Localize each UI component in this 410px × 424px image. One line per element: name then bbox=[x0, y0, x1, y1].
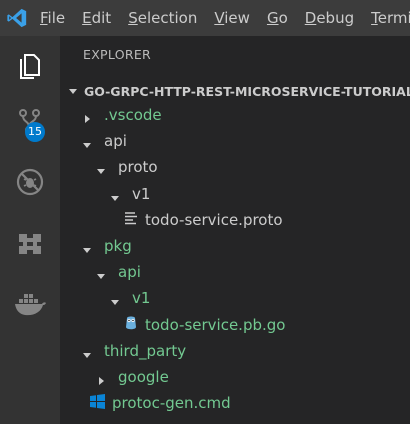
tree-folder-row[interactable]: v1 bbox=[60, 181, 410, 207]
workspace-section-header[interactable]: GO-GRPC-HTTP-REST-MICROSERVICE-TUTORIAL bbox=[60, 80, 410, 102]
tree-file-row[interactable]: todo-service.pb.go bbox=[60, 312, 410, 338]
folder-label: v1 bbox=[132, 289, 151, 308]
explorer-activity-button[interactable] bbox=[0, 40, 60, 92]
title-menu-bar: File Edit Selection View Go Debug Termi bbox=[0, 0, 410, 36]
chevron-down-icon bbox=[82, 346, 92, 358]
folder-label: v1 bbox=[132, 184, 151, 203]
menu-label-rest: ebug bbox=[316, 9, 355, 27]
activity-bar: 15 bbox=[0, 36, 60, 424]
file-label: todo-service.pb.go bbox=[145, 315, 286, 334]
tree-folder-row[interactable]: pkg bbox=[60, 233, 410, 259]
menu-label-rest: iew bbox=[224, 9, 250, 27]
explorer-sidebar: EXPLORER GO-GRPC-HTTP-REST-MICROSERVICE-… bbox=[60, 36, 410, 424]
chevron-down-icon bbox=[69, 89, 77, 94]
file-label: todo-service.proto bbox=[145, 210, 283, 229]
folder-label: proto bbox=[118, 158, 158, 177]
menu-item[interactable]: Edit bbox=[82, 0, 111, 36]
debug-activity-button[interactable] bbox=[0, 156, 60, 208]
folder-label: api bbox=[104, 132, 127, 151]
files-icon bbox=[20, 54, 40, 79]
docker-whale-icon bbox=[15, 294, 46, 316]
tree-folder-row[interactable]: .vscode bbox=[60, 102, 410, 128]
menu-label-rest: ile bbox=[47, 9, 66, 27]
chevron-down-icon bbox=[82, 241, 92, 254]
menu-item[interactable]: Debug bbox=[305, 0, 354, 36]
menu-item[interactable]: File bbox=[40, 0, 65, 36]
menu-mnemonic: E bbox=[82, 9, 92, 27]
folder-label: google bbox=[118, 367, 169, 386]
chevron-down-icon bbox=[82, 136, 92, 149]
menu-label-rest: ermi bbox=[377, 9, 410, 27]
extensions-activity-button[interactable] bbox=[0, 218, 60, 270]
menu-item[interactable]: View bbox=[214, 0, 250, 36]
menu-mnemonic: F bbox=[40, 9, 48, 27]
file-label: protoc-gen.cmd bbox=[112, 394, 231, 413]
extensions-icon bbox=[19, 234, 41, 254]
go-gopher-icon bbox=[124, 315, 138, 335]
explorer-title: EXPLORER bbox=[83, 47, 152, 62]
folder-label: pkg bbox=[104, 237, 132, 256]
menu-item[interactable]: Selection bbox=[128, 0, 197, 36]
tree-folder-row[interactable]: third_party bbox=[60, 338, 410, 364]
tree-file-row[interactable]: protoc-gen.cmd bbox=[60, 390, 410, 416]
windows-icon bbox=[90, 393, 105, 413]
menu-item[interactable]: Go bbox=[267, 0, 288, 36]
folder-label: third_party bbox=[104, 341, 187, 360]
source-control-activity-button[interactable]: 15 bbox=[0, 96, 60, 148]
tree-folder-row[interactable]: v1 bbox=[60, 285, 410, 311]
debug-no-bug-icon bbox=[16, 168, 44, 196]
menu-mnemonic: S bbox=[128, 9, 138, 27]
menu-label-rest: dit bbox=[91, 9, 112, 27]
menu-mnemonic: T bbox=[371, 9, 378, 27]
folder-label: api bbox=[118, 263, 141, 282]
chevron-down-icon bbox=[96, 162, 106, 175]
menu-label-rest: o bbox=[278, 9, 288, 27]
menu-mnemonic: V bbox=[214, 9, 225, 27]
menu-label-rest: election bbox=[137, 9, 198, 27]
tree-folder-row[interactable]: api bbox=[60, 128, 410, 154]
tree-folder-row[interactable]: api bbox=[60, 259, 410, 285]
file-tree: .vscode api proto v1 todo-service.proto pkg ap… bbox=[60, 102, 410, 416]
menu-mnemonic: D bbox=[304, 9, 317, 27]
chevron-down-icon bbox=[110, 189, 120, 201]
tree-file-row[interactable]: todo-service.proto bbox=[60, 207, 410, 233]
chevron-right-icon bbox=[96, 372, 106, 385]
tree-folder-row[interactable]: google bbox=[60, 364, 410, 390]
vscode-logo-icon[interactable] bbox=[6, 7, 28, 29]
folder-label: .vscode bbox=[104, 106, 162, 125]
menu-item[interactable]: Termi bbox=[371, 0, 410, 36]
scm-count-badge: 15 bbox=[25, 122, 45, 142]
menu-mnemonic: G bbox=[266, 9, 279, 27]
chevron-down-icon bbox=[110, 293, 120, 306]
chevron-right-icon bbox=[82, 110, 92, 124]
docker-activity-button[interactable] bbox=[0, 278, 60, 330]
workspace-name: GO-GRPC-HTTP-REST-MICROSERVICE-TUTORIAL bbox=[84, 83, 410, 99]
tree-folder-row[interactable]: proto bbox=[60, 154, 410, 180]
chevron-down-icon bbox=[96, 267, 106, 280]
text-lines-icon bbox=[124, 211, 138, 229]
